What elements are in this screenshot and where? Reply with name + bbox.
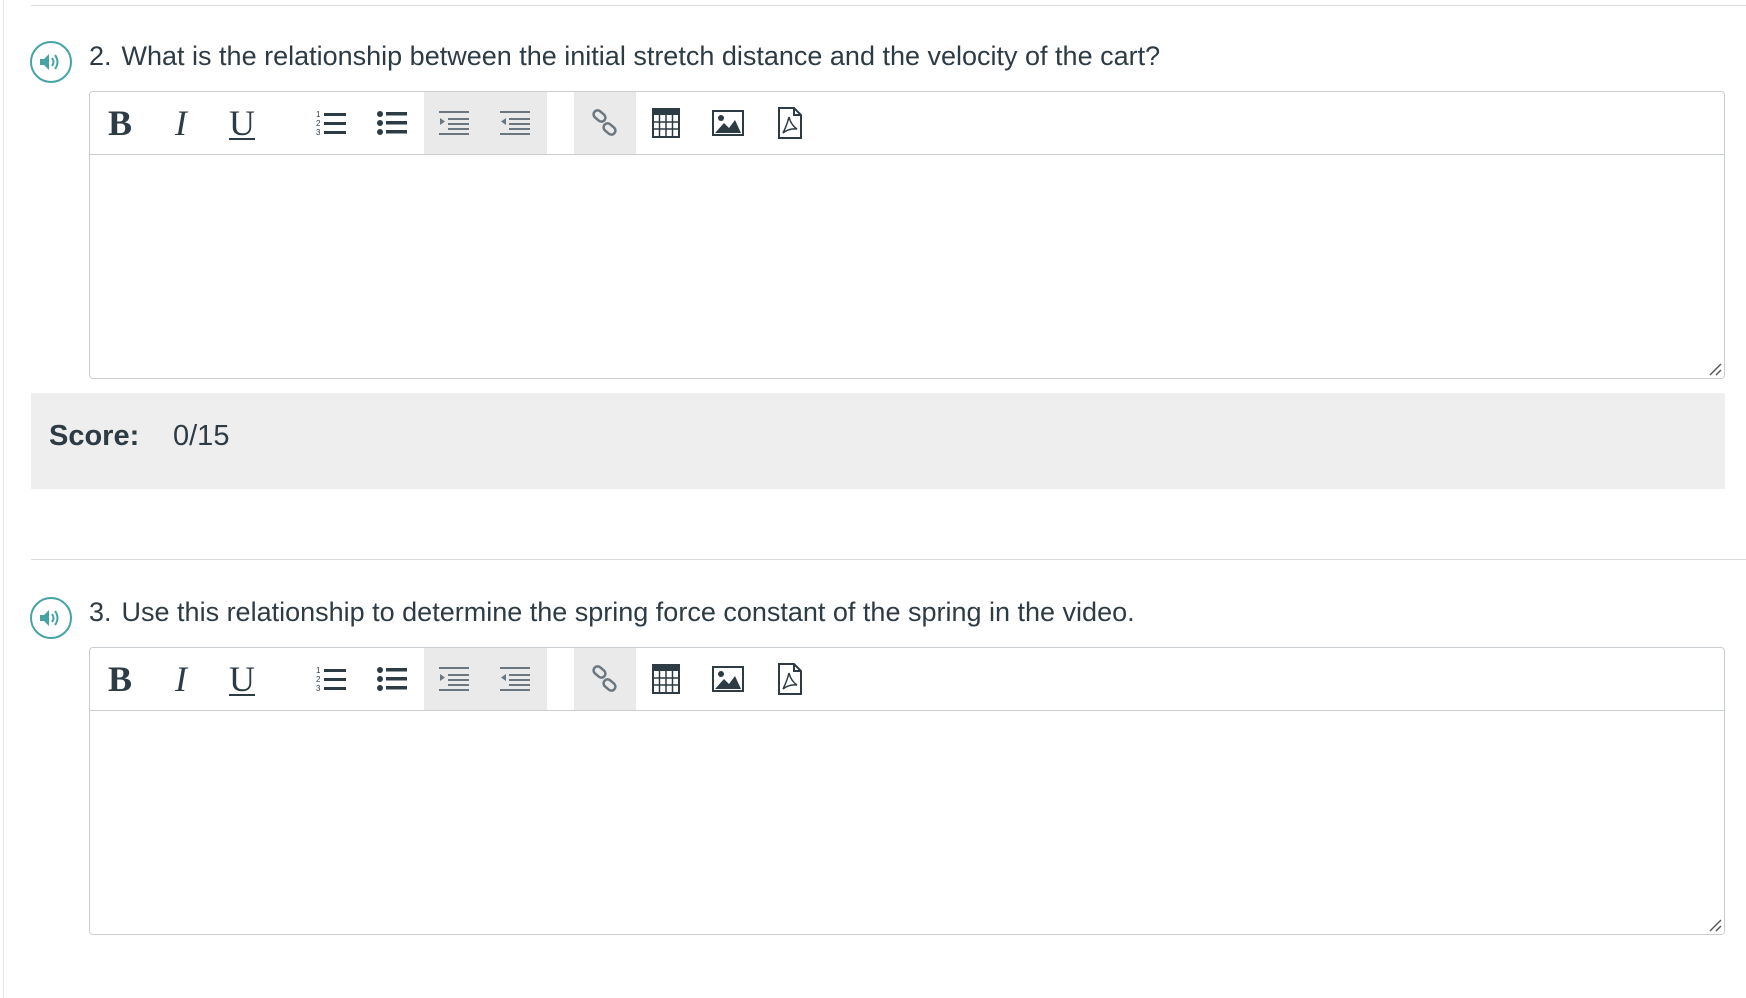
rich-text-editor: B I U 1 2 3 <box>89 647 1725 935</box>
bold-label: B <box>107 103 132 143</box>
question-text: 2. What is the relationship between the i… <box>89 41 1160 72</box>
italic-label: I <box>175 103 187 143</box>
outdent-icon <box>500 667 530 691</box>
numbered-list-button[interactable]: 1 2 3 <box>302 92 362 154</box>
page-left-border <box>3 0 4 998</box>
top-divider <box>31 5 1746 6</box>
indent-button[interactable] <box>424 648 485 710</box>
question-prompt: Use this relationship to determine the s… <box>121 597 1135 627</box>
table-icon <box>652 664 680 694</box>
question-prompt: What is the relationship between the ini… <box>121 41 1161 71</box>
outdent-icon <box>500 111 530 135</box>
answer-textarea[interactable] <box>90 155 1724 378</box>
question-number: 3. <box>89 597 112 627</box>
score-bar: Score: 0/15 <box>31 393 1725 489</box>
editor-toolbar: B I U 1 2 3 <box>90 92 1724 155</box>
bold-label: B <box>107 659 132 699</box>
outdent-button[interactable] <box>485 648 547 710</box>
svg-text:1: 1 <box>316 110 321 119</box>
read-aloud-button[interactable] <box>30 597 72 639</box>
bold-button[interactable]: B <box>90 648 150 710</box>
image-icon <box>712 110 744 136</box>
link-icon <box>592 665 617 692</box>
answer-textarea[interactable] <box>90 711 1724 934</box>
bulleted-list-icon <box>377 667 407 691</box>
read-aloud-button[interactable] <box>30 41 72 83</box>
table-button[interactable] <box>636 92 696 154</box>
resize-handle-icon[interactable] <box>1708 918 1722 932</box>
link-button[interactable] <box>574 648 636 710</box>
table-icon <box>652 108 680 138</box>
indent-icon <box>438 667 469 691</box>
rich-text-editor: B I U 1 2 3 <box>89 91 1725 379</box>
svg-text:3: 3 <box>316 128 321 137</box>
bulleted-list-button[interactable] <box>363 648 423 710</box>
underline-label: U <box>229 103 255 143</box>
indent-icon <box>438 111 469 135</box>
link-icon <box>592 109 617 136</box>
resize-handle-icon[interactable] <box>1708 362 1722 376</box>
numbered-list-icon: 1 2 3 <box>316 110 346 137</box>
svg-text:1: 1 <box>316 666 321 675</box>
editor-toolbar: B I U 1 2 3 <box>90 648 1724 711</box>
question-text: 3. Use this relationship to determine the… <box>89 597 1135 628</box>
link-button[interactable] <box>574 92 636 154</box>
question-number: 2. <box>89 41 112 71</box>
svg-text:3: 3 <box>316 684 321 693</box>
italic-label: I <box>175 659 187 699</box>
svg-text:2: 2 <box>316 119 321 128</box>
question-divider <box>31 559 1746 560</box>
indent-button[interactable] <box>424 92 485 154</box>
italic-button[interactable]: I <box>151 648 211 710</box>
underline-button[interactable]: U <box>212 648 272 710</box>
italic-button[interactable]: I <box>151 92 211 154</box>
underline-button[interactable]: U <box>212 92 272 154</box>
pdf-button[interactable] <box>760 648 820 710</box>
speaker-icon <box>40 610 59 626</box>
numbered-list-icon: 1 2 3 <box>316 666 346 693</box>
score-label: Score: <box>49 420 140 452</box>
bulleted-list-button[interactable] <box>363 92 423 154</box>
svg-text:2: 2 <box>316 675 321 684</box>
pdf-icon <box>778 663 802 695</box>
pdf-icon <box>778 107 802 139</box>
bulleted-list-icon <box>377 111 407 135</box>
score-value: 0/15 <box>173 420 230 452</box>
bold-button[interactable]: B <box>90 92 150 154</box>
image-button[interactable] <box>698 648 758 710</box>
underline-label: U <box>229 659 255 699</box>
outdent-button[interactable] <box>485 92 547 154</box>
image-icon <box>712 666 744 692</box>
image-button[interactable] <box>698 92 758 154</box>
table-button[interactable] <box>636 648 696 710</box>
speaker-icon <box>40 54 59 70</box>
pdf-button[interactable] <box>760 92 820 154</box>
numbered-list-button[interactable]: 1 2 3 <box>302 648 362 710</box>
